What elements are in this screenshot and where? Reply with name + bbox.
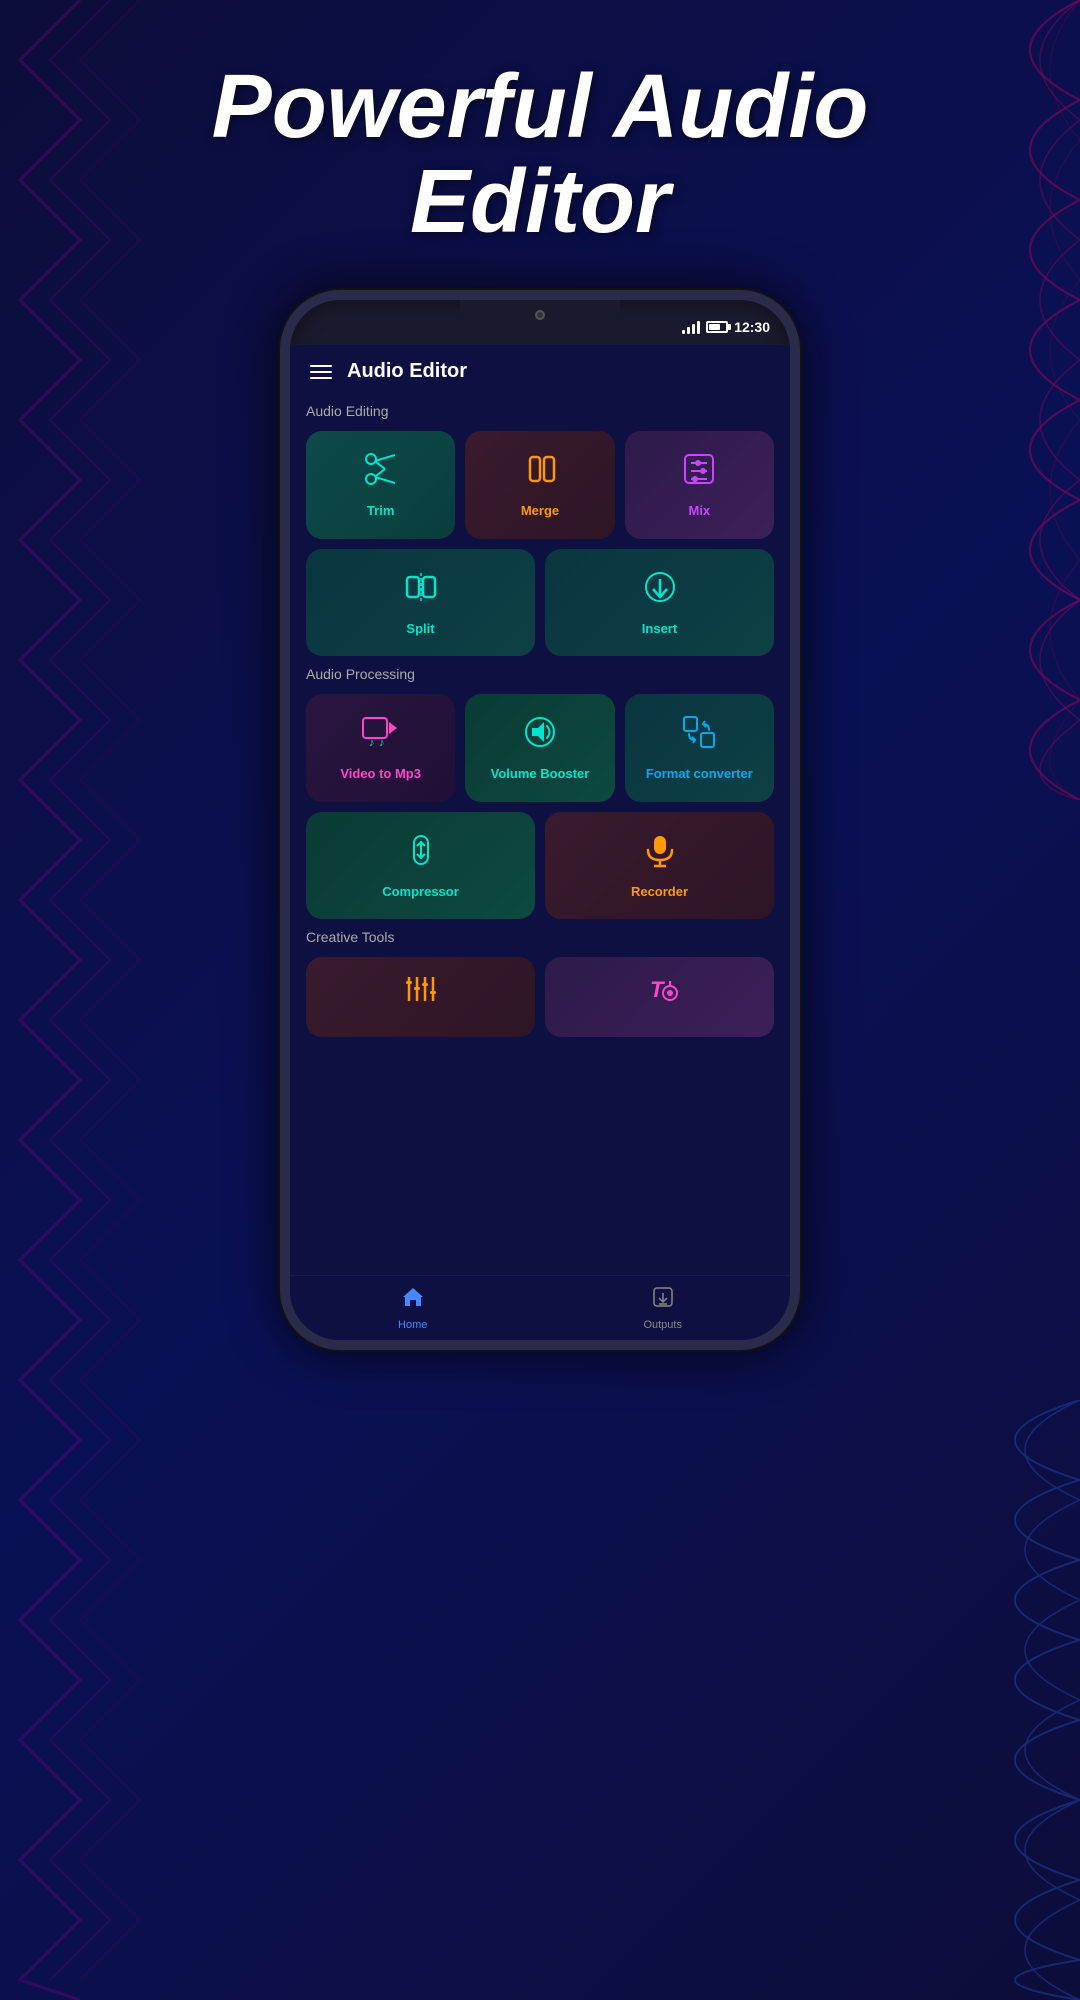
phone-button-vol-up xyxy=(280,515,282,595)
status-time: 12:30 xyxy=(734,319,770,335)
mix-icon xyxy=(681,451,717,495)
pitch-changer-icon: T xyxy=(642,973,678,1013)
merge-icon xyxy=(522,451,558,495)
compressor-label: Compressor xyxy=(382,884,459,900)
equalizer-icon xyxy=(403,973,439,1013)
tool-format-converter[interactable]: Format converter xyxy=(625,694,774,802)
section-title-audio-editing: Audio Editing xyxy=(306,403,774,419)
phone-button-power xyxy=(798,530,800,650)
hero-title-line2: Editor xyxy=(410,152,670,252)
tool-insert[interactable]: Insert xyxy=(545,549,774,657)
audio-editing-row1: Trim Merge xyxy=(306,431,774,539)
nav-outputs-label: Outputs xyxy=(643,1319,682,1331)
video-to-mp3-icon: ♪ ♪ xyxy=(361,714,401,758)
audio-processing-row1: ♪ ♪ Video to Mp3 xyxy=(306,694,774,802)
outputs-icon xyxy=(651,1285,675,1315)
tool-mix[interactable]: Mix xyxy=(625,431,774,539)
tool-equalizer[interactable] xyxy=(306,957,535,1037)
bg-wave-decoration-bottom xyxy=(830,1400,1080,2000)
svg-text:T: T xyxy=(650,977,665,1002)
phone-frame: 12:30 Audio Editor Audio Editing xyxy=(280,290,800,1350)
signal-icon xyxy=(682,320,700,334)
trim-label: Trim xyxy=(367,503,394,519)
merge-label: Merge xyxy=(521,503,559,519)
split-label: Split xyxy=(406,621,434,637)
insert-icon xyxy=(642,569,678,613)
mix-label: Mix xyxy=(688,503,710,519)
bg-zigzag-decoration xyxy=(0,0,160,2000)
hero-title: Powerful Audio Editor xyxy=(0,60,1080,249)
tool-pitch-changer[interactable]: T xyxy=(545,957,774,1037)
audio-processing-row2: Compressor Recorder xyxy=(306,812,774,920)
tool-split[interactable]: Split xyxy=(306,549,535,657)
recorder-label: Recorder xyxy=(631,884,688,900)
volume-booster-icon xyxy=(522,714,558,758)
trim-icon xyxy=(363,451,399,495)
format-converter-label: Format converter xyxy=(646,766,753,782)
nav-home-label: Home xyxy=(398,1319,427,1331)
insert-label: Insert xyxy=(642,621,677,637)
phone-camera xyxy=(535,310,545,320)
phone-notch xyxy=(460,300,620,330)
compressor-icon xyxy=(403,832,439,876)
status-icons: 12:30 xyxy=(682,319,770,335)
hero-title-line1: Powerful Audio xyxy=(212,57,869,157)
tool-video-to-mp3[interactable]: ♪ ♪ Video to Mp3 xyxy=(306,694,455,802)
tool-compressor[interactable]: Compressor xyxy=(306,812,535,920)
scroll-area[interactable]: Audio Editing xyxy=(290,393,790,1328)
phone-button-vol-down xyxy=(280,610,282,690)
video-to-mp3-label: Video to Mp3 xyxy=(340,766,421,782)
bottom-navigation: Home Outputs xyxy=(290,1275,790,1340)
phone-mockup: 12:30 Audio Editor Audio Editing xyxy=(280,290,800,1350)
nav-outputs[interactable]: Outputs xyxy=(643,1285,682,1331)
nav-home[interactable]: Home xyxy=(398,1285,427,1331)
phone-screen: Audio Editor Audio Editing xyxy=(290,345,790,1340)
svg-text:♪: ♪ xyxy=(379,737,385,749)
tool-merge[interactable]: Merge xyxy=(465,431,614,539)
format-converter-icon xyxy=(681,714,717,758)
hero-section: Powerful Audio Editor xyxy=(0,60,1080,249)
recorder-icon xyxy=(642,832,678,876)
section-title-creative-tools: Creative Tools xyxy=(306,929,774,945)
split-icon xyxy=(403,569,439,613)
volume-booster-label: Volume Booster xyxy=(491,766,590,782)
audio-editing-row2: Split Insert xyxy=(306,549,774,657)
home-icon xyxy=(401,1285,425,1315)
app-title: Audio Editor xyxy=(347,360,467,383)
tool-trim[interactable]: Trim xyxy=(306,431,455,539)
creative-tools-row1: T xyxy=(306,957,774,1037)
app-header: Audio Editor xyxy=(290,345,790,393)
tool-volume-booster[interactable]: Volume Booster xyxy=(465,694,614,802)
svg-text:♪: ♪ xyxy=(369,737,375,749)
menu-button[interactable] xyxy=(310,365,332,379)
battery-icon xyxy=(706,321,728,333)
section-title-audio-processing: Audio Processing xyxy=(306,666,774,682)
tool-recorder[interactable]: Recorder xyxy=(545,812,774,920)
phone-button-mute xyxy=(280,450,282,500)
